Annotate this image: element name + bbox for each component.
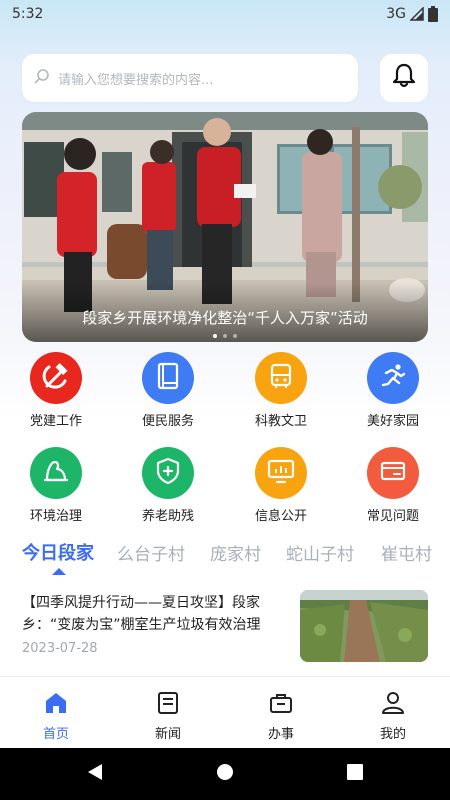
service-label: 美好家园 <box>366 414 419 429</box>
service-label: 环境治理 <box>29 509 82 524</box>
status-time: 5:32 <box>12 6 44 22</box>
tab-village-1[interactable]: 么台子村 <box>117 540 185 565</box>
briefcase-icon <box>269 691 293 719</box>
back-icon <box>86 762 104 786</box>
card-icon <box>378 456 408 490</box>
service-convenience[interactable]: 便民服务 <box>123 352 213 429</box>
service-environment[interactable]: 环境治理 <box>11 447 101 524</box>
news-date: 2023-07-28 <box>22 641 98 656</box>
service-info-disclosure[interactable]: 信息公开 <box>236 447 326 524</box>
service-faq[interactable]: 常见问题 <box>348 447 438 524</box>
news-title: 【四季风提升行动——夏日攻坚】段家乡：“变废为宝”棚室生产垃圾有效治理 <box>22 595 261 633</box>
tab-village-4[interactable]: 崔屯村 <box>381 540 432 565</box>
search-placeholder: 请输入您想要搜索的内容... <box>58 72 214 88</box>
mountain-icon <box>41 456 71 490</box>
status-bar: 5:32 3G <box>0 0 450 28</box>
bottom-navigation: 首页 新闻 办事 我的 <box>0 676 450 748</box>
village-tabs: 今日段家 么台子村 庞家村 蛇山子村 崔屯村 <box>0 536 450 572</box>
notification-button[interactable] <box>380 54 428 102</box>
nav-news[interactable]: 新闻 <box>123 691 213 742</box>
carousel-dots <box>22 334 428 338</box>
book-icon <box>155 361 181 395</box>
service-label: 信息公开 <box>254 509 307 524</box>
carousel-dot <box>213 334 217 338</box>
nav-services[interactable]: 办事 <box>236 691 326 742</box>
service-label: 便民服务 <box>141 414 194 429</box>
circle-icon <box>215 762 235 786</box>
tab-today[interactable]: 今日段家 <box>22 539 94 565</box>
banner-caption: 段家乡开展环境净化整治“千人入万家”活动 <box>82 309 368 327</box>
service-party-building[interactable]: 党建工作 <box>11 352 101 429</box>
banner-carousel[interactable]: 段家乡开展环境净化整治“千人入万家”活动 <box>22 112 428 342</box>
nav-label: 办事 <box>267 727 294 742</box>
home-icon <box>44 691 68 719</box>
news-icon <box>156 691 180 719</box>
hammer-sickle-icon <box>41 361 71 395</box>
nav-label: 我的 <box>379 727 406 742</box>
nav-label: 新闻 <box>154 727 181 742</box>
system-navigation-bar <box>0 748 450 800</box>
service-elderly-care[interactable]: 养老助残 <box>123 447 213 524</box>
search-input[interactable]: 请输入您想要搜索的内容... <box>22 54 358 102</box>
search-icon <box>34 68 50 88</box>
status-indicators: 3G <box>386 6 438 22</box>
signal-icon <box>410 7 424 21</box>
service-label: 常见问题 <box>366 509 419 524</box>
service-education[interactable]: 科教文卫 <box>236 352 326 429</box>
shield-plus-icon <box>154 456 182 490</box>
carousel-dot <box>223 334 227 338</box>
monitor-chart-icon <box>266 456 296 490</box>
tab-village-3[interactable]: 蛇山子村 <box>286 540 354 565</box>
carousel-dot <box>233 334 237 338</box>
nav-label: 首页 <box>42 727 69 742</box>
bell-icon <box>392 63 416 93</box>
tab-indicator <box>52 568 66 575</box>
news-thumbnail <box>300 590 428 662</box>
service-label: 养老助残 <box>141 509 194 524</box>
bus-icon <box>267 361 295 395</box>
network-type: 3G <box>386 6 406 22</box>
service-label: 科教文卫 <box>254 414 307 429</box>
tab-village-2[interactable]: 庞家村 <box>210 540 261 565</box>
news-list-item[interactable]: 【四季风提升行动——夏日攻坚】段家乡：“变废为宝”棚室生产垃圾有效治理 2023… <box>22 590 428 664</box>
recents-button[interactable] <box>343 762 367 786</box>
service-beautiful-home[interactable]: 美好家园 <box>348 352 438 429</box>
running-icon <box>378 361 408 395</box>
nav-profile[interactable]: 我的 <box>348 691 438 742</box>
square-icon <box>346 763 364 785</box>
back-button[interactable] <box>83 762 107 786</box>
nav-home[interactable]: 首页 <box>11 691 101 742</box>
battery-icon <box>428 6 438 22</box>
user-icon <box>381 691 405 719</box>
service-label: 党建工作 <box>29 414 82 429</box>
home-system-button[interactable] <box>213 762 237 786</box>
